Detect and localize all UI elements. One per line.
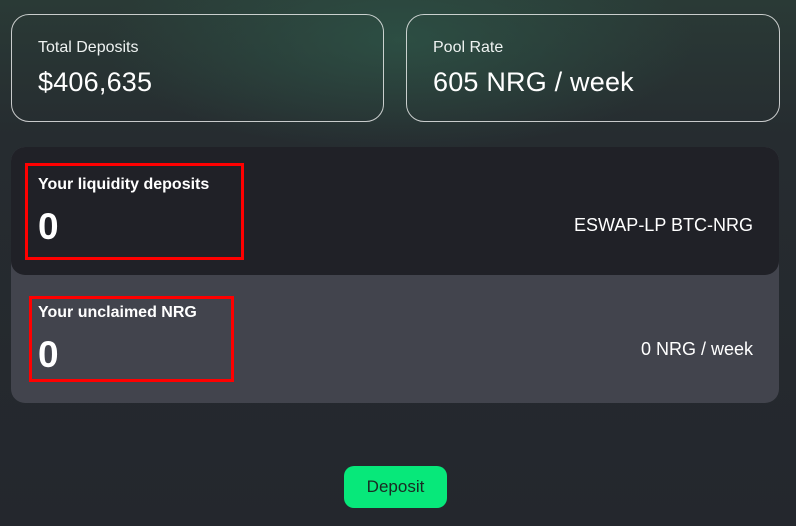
- pool-rate-label: Pool Rate: [433, 39, 504, 56]
- liquidity-deposits-label: Your liquidity deposits: [38, 176, 210, 193]
- unclaimed-nrg-rate: 0 NRG / week: [640, 339, 753, 359]
- user-position-panel: Your liquidity deposits 0 ESWAP-LP BTC-N…: [11, 147, 779, 403]
- total-deposits-card: Total Deposits $406,635: [11, 14, 384, 122]
- unclaimed-nrg-label: Your unclaimed NRG: [38, 304, 197, 321]
- deposit-button[interactable]: Deposit: [344, 466, 447, 508]
- liquidity-deposits-section: Your liquidity deposits 0 ESWAP-LP BTC-N…: [11, 147, 779, 275]
- unclaimed-nrg-value: 0: [38, 334, 59, 375]
- pool-rate-value: 605 NRG / week: [433, 67, 634, 97]
- total-deposits-value: $406,635: [38, 67, 153, 97]
- total-deposits-label: Total Deposits: [38, 39, 139, 56]
- liquidity-deposits-value: 0: [38, 206, 59, 247]
- pool-rate-card: Pool Rate 605 NRG / week: [406, 14, 780, 122]
- lp-token-name: ESWAP-LP BTC-NRG: [573, 215, 753, 235]
